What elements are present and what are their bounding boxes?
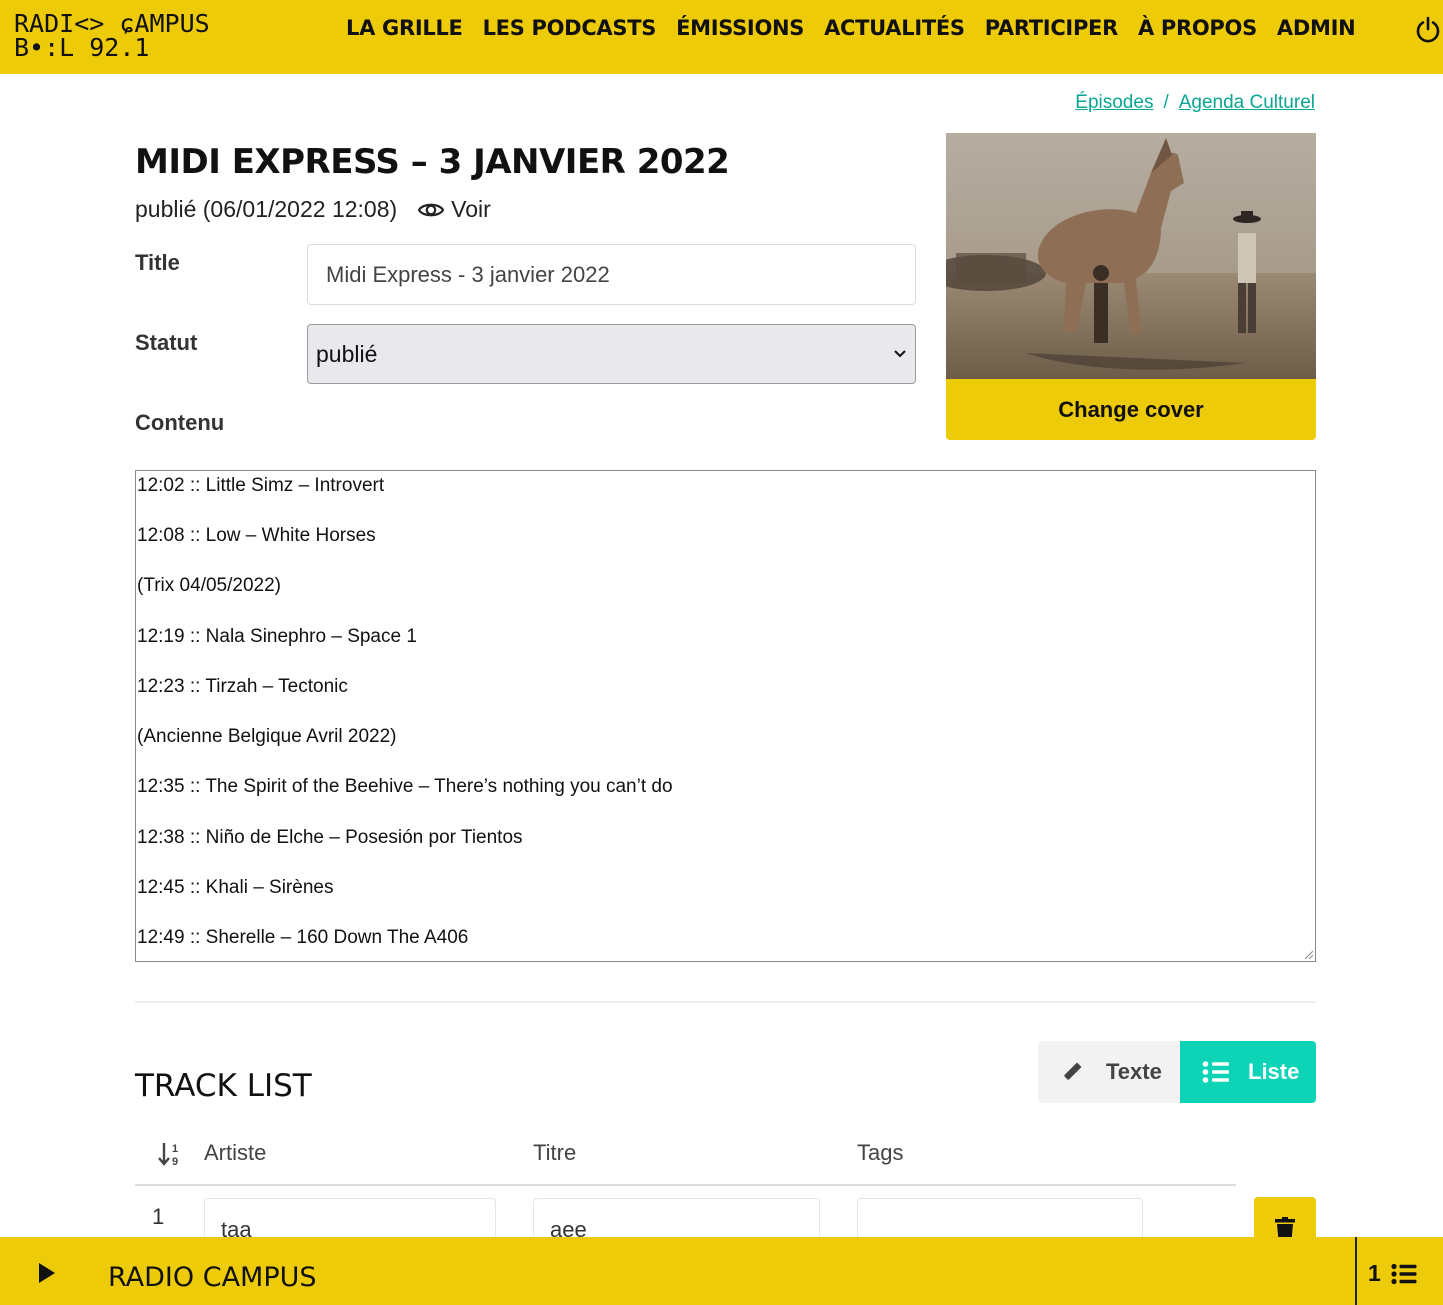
title-input[interactable]: Midi Express - 3 janvier 2022 [307, 244, 916, 305]
change-cover-button[interactable]: Change cover [946, 379, 1316, 440]
chevron-down-icon [894, 350, 906, 358]
column-header-titre: Titre [533, 1140, 577, 1165]
content-line: 12:23 :: Tirzah – Tectonic [137, 676, 348, 697]
queue-count: 1 [1368, 1260, 1381, 1286]
nav-les-podcasts[interactable]: LES PODCASTS [483, 16, 657, 40]
title-label: Title [135, 250, 180, 275]
track-row-index: 1 [152, 1204, 165, 1229]
nav-actualites[interactable]: ACTUALITÉS [824, 16, 965, 40]
content-line: 12:35 :: The Spirit of the Beehive – The… [137, 776, 673, 797]
player-station-title: RADIO CAMPUS [108, 1262, 317, 1293]
eye-icon [417, 203, 445, 216]
publish-status-text: publié (06/01/2022 12:08) [135, 196, 398, 222]
breadcrumb-separator: / [1163, 92, 1169, 113]
pencil-icon [1063, 1062, 1082, 1081]
nav-participer[interactable]: PARTICIPER [985, 16, 1119, 40]
main-nav: LA GRILLE LES PODCASTS ÉMISSIONS ACTUALI… [346, 16, 1375, 40]
mode-liste-label: Liste [1248, 1059, 1300, 1084]
page-title: MIDI EXPRESS – 3 JANVIER 2022 [135, 142, 730, 182]
sort-icon[interactable]: 1 9 [158, 1141, 184, 1167]
content-label: Contenu [135, 410, 225, 435]
status-select[interactable]: publié [307, 324, 916, 384]
list-icon [1202, 1061, 1229, 1083]
mode-texte-label: Texte [1106, 1059, 1162, 1084]
play-icon[interactable] [32, 1259, 60, 1287]
cover-photo-horse [946, 133, 1316, 379]
top-navigation-bar: RADI<> ɕAMPUS B•:L 92.1 LA GRILLE LES PO… [0, 0, 1443, 74]
content-textarea[interactable]: 12:02 :: Little Simz – Introvert 12:08 :… [135, 470, 1316, 962]
table-header-rule [135, 1184, 1236, 1186]
power-icon[interactable] [1414, 16, 1442, 44]
svg-text:1: 1 [172, 1143, 178, 1155]
content-line: (Trix 04/05/2022) [137, 575, 281, 596]
radio-campus-logo[interactable]: RADI<> ɕAMPUS B•:L 92.1 [14, 11, 244, 62]
column-header-tags: Tags [857, 1140, 904, 1165]
nav-a-propos[interactable]: À PROPOS [1138, 16, 1257, 40]
cover-image [946, 133, 1316, 379]
svg-text:9: 9 [172, 1156, 178, 1167]
view-link[interactable]: Voir [417, 196, 491, 223]
content-line: (Ancienne Belgique Avril 2022) [137, 726, 397, 747]
mode-texte-button[interactable]: Texte [1038, 1041, 1180, 1103]
content-line: 12:19 :: Nala Sinephro – Space 1 [137, 626, 417, 647]
status-label: Statut [135, 330, 198, 355]
breadcrumb-episodes-link[interactable]: Épisodes [1075, 92, 1153, 113]
player-divider [1355, 1237, 1357, 1305]
status-selected-value: publié [316, 340, 378, 367]
nav-admin[interactable]: ADMIN [1277, 16, 1356, 40]
queue-button[interactable]: 1 [1368, 1260, 1417, 1287]
publish-status-line: publié (06/01/2022 12:08) Voir [135, 196, 491, 223]
view-label: Voir [451, 196, 491, 222]
resize-grip-icon[interactable] [1303, 949, 1313, 959]
breadcrumb: Épisodes / Agenda Culturel [1075, 92, 1315, 114]
tracklist-mode-toggle: Texte Liste [1038, 1041, 1316, 1103]
logo-line-2: B•:L 92.1 [14, 33, 150, 62]
section-divider [135, 1001, 1316, 1003]
column-header-artiste: Artiste [204, 1140, 267, 1165]
nav-emissions[interactable]: ÉMISSIONS [676, 16, 804, 40]
content-line: 12:49 :: Sherelle – 160 Down The A406 [137, 927, 469, 948]
breadcrumb-agenda-link[interactable]: Agenda Culturel [1179, 92, 1315, 113]
tracklist-title: TRACK LIST [135, 1068, 312, 1104]
nav-la-grille[interactable]: LA GRILLE [346, 16, 463, 40]
mode-liste-button[interactable]: Liste [1180, 1041, 1316, 1103]
content-line: 12:02 :: Little Simz – Introvert [137, 475, 385, 496]
content-line: 12:38 :: Niño de Elche – Posesión por Ti… [137, 827, 523, 848]
queue-list-icon [1391, 1263, 1417, 1284]
content-line: 12:08 :: Low – White Horses [137, 525, 376, 546]
content-line: 12:45 :: Khali – Sirènes [137, 877, 334, 898]
